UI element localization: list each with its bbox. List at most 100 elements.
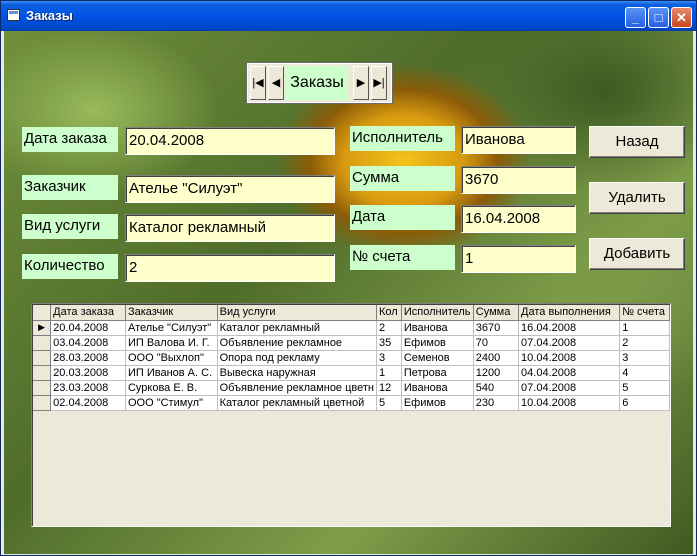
row-selector[interactable] [33,335,52,351]
orders-grid[interactable]: Дата заказа Заказчик Вид услуги Кол Испо… [31,303,671,527]
table-cell[interactable]: ИП Валова И. Г. [125,335,218,351]
table-cell[interactable]: 03.04.2008 [50,335,126,351]
column-header[interactable]: Дата заказа [50,305,126,321]
form-client-area: |◀ ◀ Заказы ▶ ▶| Дата заказа 20.04.2008 … [4,31,693,554]
table-cell[interactable]: 6 [619,395,670,411]
executor-field[interactable]: Иванова [461,126,576,154]
minimize-button[interactable]: _ [625,7,646,28]
table-cell[interactable]: 35 [376,335,402,351]
table-cell[interactable]: Иванова [401,320,474,336]
table-cell[interactable]: 20.03.2008 [50,365,126,381]
grid-body: ▶ 20.04.2008 Ателье "Силуэт" Каталог реклам… [33,320,670,411]
date-field[interactable]: 16.04.2008 [461,205,576,233]
orders-table: Дата заказа Заказчик Вид услуги Кол Испо… [33,305,670,411]
table-cell[interactable]: 230 [473,395,520,411]
column-header[interactable]: Дата выполнения [518,305,621,321]
table-cell[interactable]: Каталог рекламный цветной [217,395,378,411]
order-date-field[interactable]: 20.04.2008 [125,127,335,155]
first-record-button[interactable]: |◀ [250,66,266,100]
table-cell[interactable]: ИП Иванов А. С. [125,365,218,381]
table-cell[interactable]: 3 [376,350,402,366]
table-cell[interactable]: 4 [619,365,670,381]
table-row[interactable]: ▶ 20.04.2008 Ателье "Силуэт" Каталог реклам… [33,320,670,336]
close-button[interactable]: ✕ [671,7,692,28]
table-cell[interactable]: 70 [473,335,520,351]
table-cell[interactable]: 1 [376,365,402,381]
table-cell[interactable]: Объявление рекламное [217,335,378,351]
column-header[interactable]: Исполнитель [401,305,474,321]
table-cell[interactable]: 23.03.2008 [50,380,126,396]
table-cell[interactable]: 10.04.2008 [518,350,621,366]
table-cell[interactable]: Ателье "Силуэт" [125,320,218,336]
table-cell[interactable]: 20.04.2008 [50,320,126,336]
table-cell[interactable]: Семенов [401,350,474,366]
table-cell[interactable]: 04.04.2008 [518,365,621,381]
window-title: Заказы [26,8,73,23]
table-row[interactable]: 20.03.2008 ИП Иванов А. С. Вывеска наружна… [33,365,670,381]
table-cell[interactable]: 2400 [473,350,520,366]
orders-window: Заказы _ □ ✕ |◀ ◀ Заказы ▶ ▶| Дата заказ… [0,0,697,556]
row-selector[interactable] [33,380,52,396]
table-cell[interactable]: Опора под рекламу [217,350,378,366]
table-row[interactable]: 02.04.2008 ООО "Стимул" Каталог рекламный … [33,395,670,411]
row-selector[interactable] [33,365,52,381]
invoice-field[interactable]: 1 [461,245,576,273]
table-cell[interactable]: Петрова [401,365,474,381]
table-cell[interactable]: Ефимов [401,335,474,351]
table-cell[interactable]: 2 [619,335,670,351]
column-header[interactable]: Вид услуги [217,305,378,321]
table-cell[interactable]: Ефимов [401,395,474,411]
service-field[interactable]: Каталог рекламный [125,214,335,242]
table-row[interactable]: 28.03.2008 ООО "Выхлоп" Опора под рекламу 3… [33,350,670,366]
table-cell[interactable]: 16.04.2008 [518,320,621,336]
table-cell[interactable]: 3 [619,350,670,366]
sum-label: Сумма [350,166,455,191]
table-row[interactable]: 03.04.2008 ИП Валова И. Г. Объявление рекл… [33,335,670,351]
table-cell[interactable]: 2 [376,320,402,336]
column-header[interactable]: № счета [619,305,670,321]
sum-field[interactable]: 3670 [461,166,576,194]
column-header[interactable]: Заказчик [125,305,218,321]
row-selector[interactable] [33,395,52,411]
next-record-button[interactable]: ▶ [353,66,369,100]
customer-field[interactable]: Ателье "Силуэт" [125,175,335,203]
quantity-label: Количество [22,254,118,279]
last-record-button[interactable]: ▶| [371,66,387,100]
delete-button[interactable]: Удалить [589,182,685,214]
table-cell[interactable]: 02.04.2008 [50,395,126,411]
table-cell[interactable]: 12 [376,380,402,396]
table-cell[interactable]: 07.04.2008 [518,380,621,396]
table-cell[interactable]: Вывеска наружная [217,365,378,381]
table-cell[interactable]: 540 [473,380,520,396]
table-cell[interactable]: ООО "Стимул" [125,395,218,411]
order-date-label: Дата заказа [22,127,118,152]
prev-record-button[interactable]: ◀ [268,66,284,100]
table-cell[interactable]: 28.03.2008 [50,350,126,366]
customer-label: Заказчик [22,175,118,200]
column-header[interactable]: Кол [376,305,402,321]
table-cell[interactable]: 3670 [473,320,520,336]
table-cell[interactable]: 07.04.2008 [518,335,621,351]
date-label: Дата [350,205,455,230]
table-cell[interactable]: Иванова [401,380,474,396]
back-button[interactable]: Назад [589,126,685,158]
table-cell[interactable]: 1200 [473,365,520,381]
column-header[interactable]: Сумма [473,305,520,321]
table-cell[interactable]: 5 [376,395,402,411]
table-cell[interactable]: Каталог рекламный [217,320,378,336]
navigator-caption: Заказы [286,66,348,100]
add-button[interactable]: Добавить [589,238,685,270]
table-row[interactable]: 23.03.2008 Суркова Е. В. Объявление реклам… [33,380,670,396]
quantity-field[interactable]: 2 [125,254,335,282]
title-bar[interactable]: Заказы _ □ ✕ [1,1,696,31]
current-row-indicator-icon[interactable]: ▶ [33,320,52,336]
table-cell[interactable]: Суркова Е. В. [125,380,218,396]
app-icon [7,9,20,21]
maximize-button[interactable]: □ [648,7,669,28]
row-selector[interactable] [33,350,52,366]
table-cell[interactable]: 10.04.2008 [518,395,621,411]
table-cell[interactable]: Объявление рекламное цветн [217,380,378,396]
table-cell[interactable]: 5 [619,380,670,396]
table-cell[interactable]: ООО "Выхлоп" [125,350,218,366]
table-cell[interactable]: 1 [619,320,670,336]
